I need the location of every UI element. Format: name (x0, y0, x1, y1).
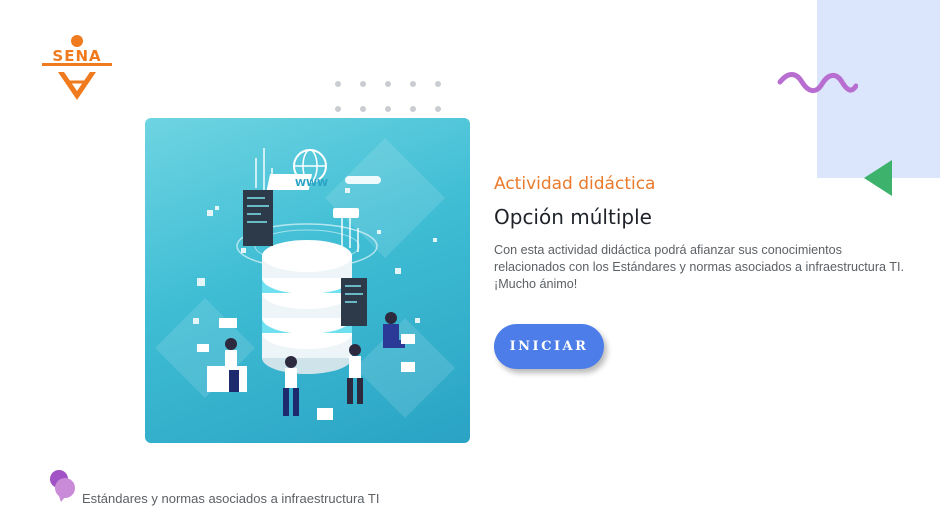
activity-description: Con esta actividad didáctica podrá afian… (494, 243, 904, 291)
server-illustration: WWW (155, 138, 455, 420)
www-sign-text: WWW (295, 178, 328, 189)
triangle-decoration-icon (864, 160, 892, 196)
hero-illustration: WWW (145, 118, 470, 443)
sena-logo-icon (42, 35, 112, 100)
chat-bubbles-icon (50, 470, 75, 502)
footer-course-name: Estándares y normas asociados a infraest… (82, 491, 380, 506)
sena-logo: SENA (40, 34, 114, 102)
wave-decoration-icon (777, 72, 858, 93)
activity-subtitle: Actividad didáctica (494, 174, 656, 194)
start-button[interactable]: INICIAR (494, 324, 604, 369)
dot-grid-decoration (335, 81, 441, 112)
logo-text: SENA (52, 47, 102, 65)
activity-title: Opción múltiple (494, 205, 652, 229)
